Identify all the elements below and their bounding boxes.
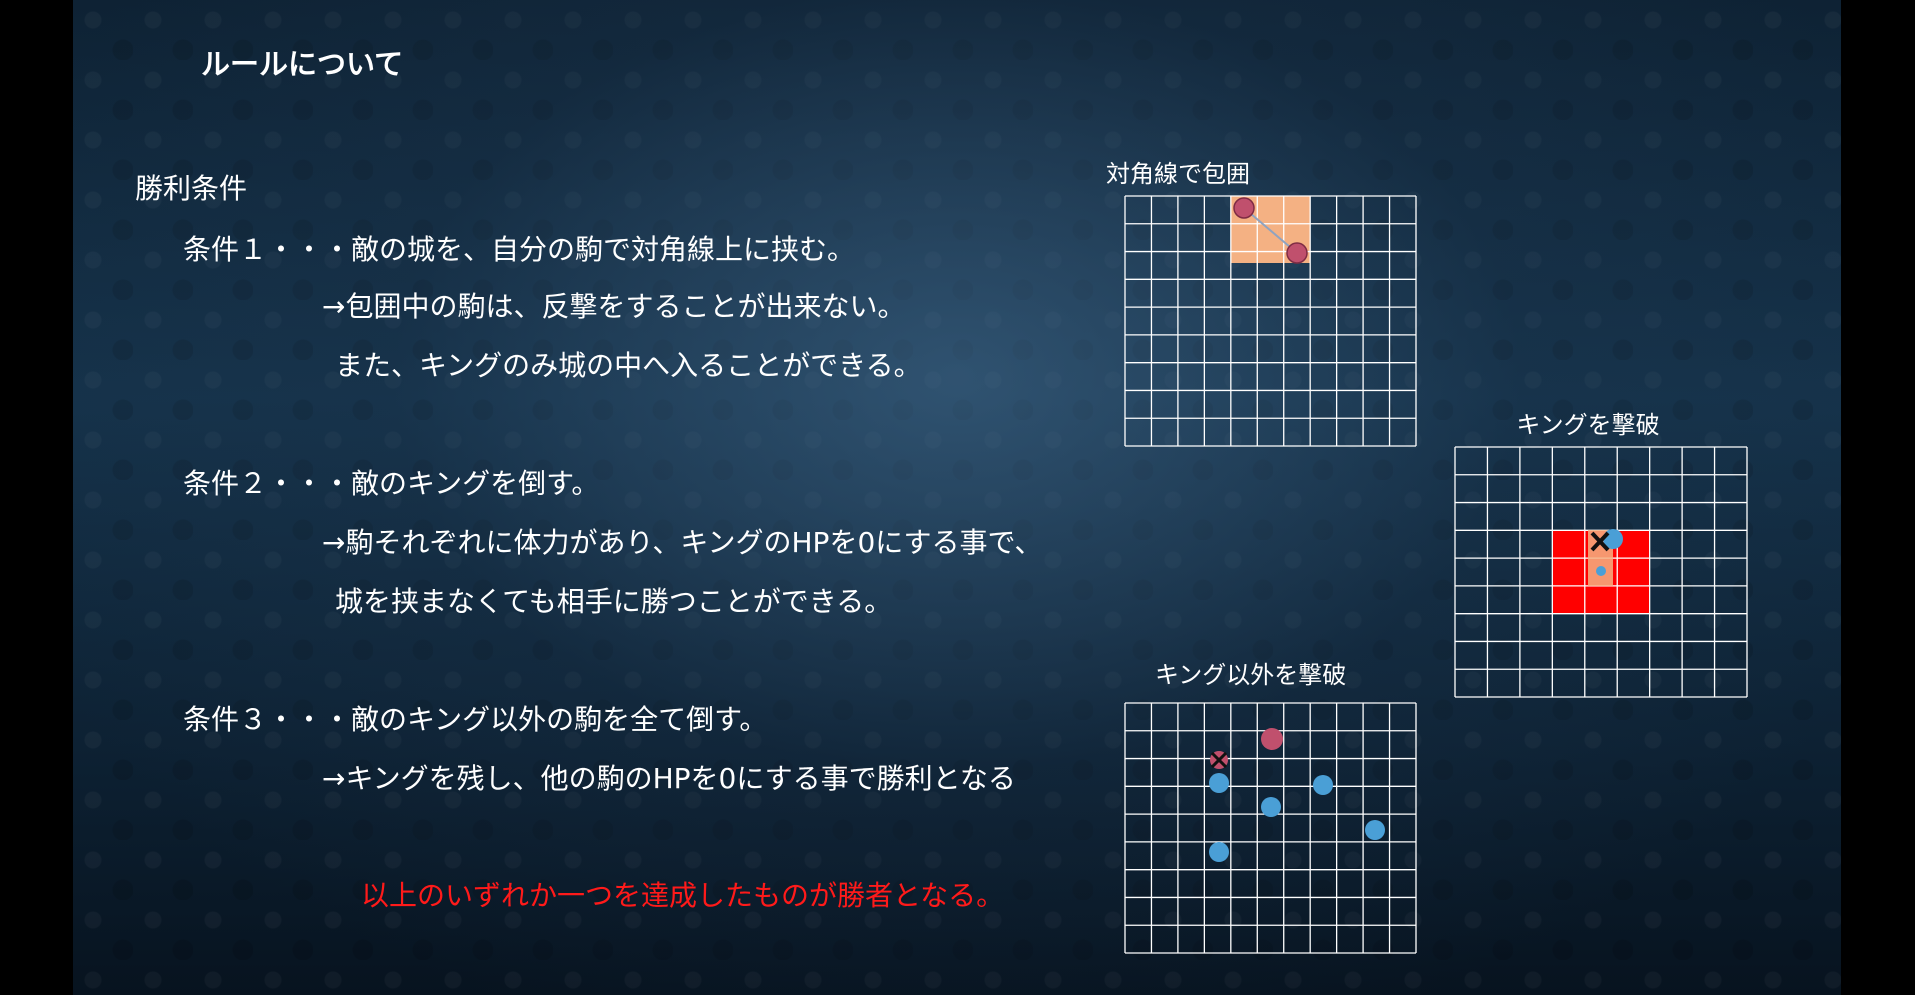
diagonal-board (1124, 195, 1417, 447)
condition-2-heading: 条件２・・・敵のキングを倒す。 (183, 467, 600, 500)
ally-piece-icon (1209, 842, 1229, 862)
condition-1-heading: 条件１・・・敵の城を、自分の駒で対角線上に挟む。 (183, 233, 856, 266)
condition-1-note-1: →包囲中の駒は、反撃をすることが出来ない。 (322, 290, 906, 323)
condition-3-note-1: →キングを残し、他の駒のHPを0にする事で勝利となる (322, 762, 1016, 795)
conclusion-text: 以上のいずれか一つを達成したものが勝者となる。 (361, 879, 1005, 912)
ally-piece-icon (1596, 566, 1606, 576)
others-board (1124, 702, 1417, 954)
enemy-piece-icon (1286, 242, 1308, 264)
condition-2-note-1: →駒それぞれに体力があり、キングのHPを0にする事で、 (322, 526, 1043, 559)
enemy-piece-icon (1233, 197, 1255, 219)
slide: ルールについて 勝利条件 条件１・・・敵の城を、自分の駒で対角線上に挟む。 →包… (73, 0, 1841, 995)
king-diagram-caption: キングを撃破 (1516, 411, 1660, 439)
king-board (1454, 446, 1748, 698)
condition-1-note-2: また、キングのみ城の中へ入ることができる。 (335, 349, 922, 382)
condition-3-heading: 条件３・・・敵のキング以外の駒を全て倒す。 (183, 703, 768, 736)
ally-piece-icon (1261, 797, 1281, 817)
others-diagram-caption: キング以外を撃破 (1155, 661, 1347, 689)
condition-2-note-2: 城を挟まなくても相手に勝つことができる。 (335, 585, 893, 618)
diagonal-diagram-caption: 対角線で包囲 (1106, 160, 1250, 188)
slide-title: ルールについて (201, 47, 404, 81)
enemy-piece-icon (1261, 728, 1283, 750)
ally-piece-icon (1313, 775, 1333, 795)
ally-piece-icon (1209, 773, 1229, 793)
victory-conditions-heading: 勝利条件 (135, 172, 248, 205)
ally-piece-icon (1365, 820, 1385, 840)
